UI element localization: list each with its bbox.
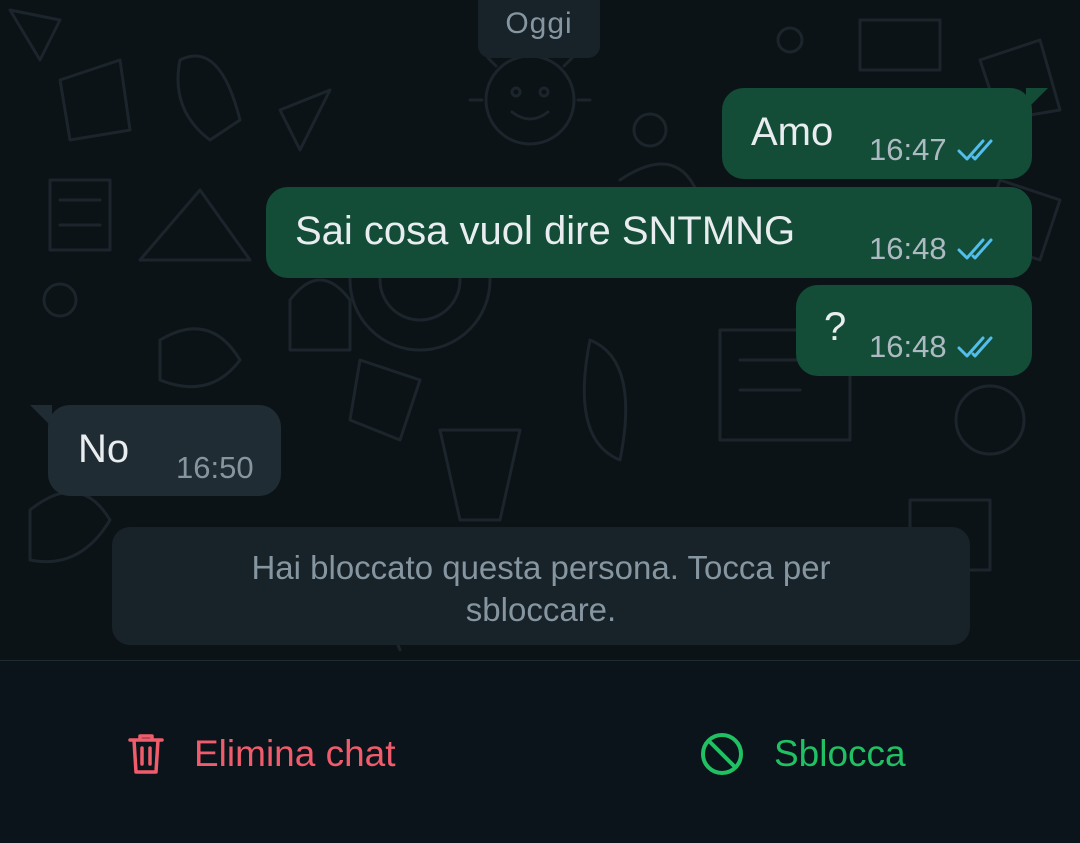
blocked-notice[interactable]: Hai bloccato questa persona. Tocca per s…: [112, 527, 970, 645]
message-meta: 16:50: [176, 450, 254, 486]
message-meta: 16:48: [869, 329, 1001, 365]
message-text: Amo: [751, 110, 834, 154]
message-bubble-incoming[interactable]: No 16:50: [30, 405, 281, 496]
message-meta: 16:48: [869, 231, 1001, 267]
double-check-icon: [957, 139, 993, 161]
message-bubble-outgoing[interactable]: Sai cosa vuol dire SNTMNG 16:48: [266, 187, 1032, 278]
message-meta: 16:47: [869, 132, 1001, 168]
double-check-icon: [957, 238, 993, 260]
message-time: 16:47: [869, 132, 947, 167]
blocked-actions-bar: Elimina chat Sblocca: [0, 660, 1080, 843]
unblock-button[interactable]: Sblocca: [700, 731, 906, 777]
bubble-tail: [30, 405, 52, 427]
message-bubble-outgoing[interactable]: ? 16:48: [796, 285, 1032, 376]
trash-icon: [128, 734, 164, 774]
bubble-tail: [1026, 88, 1048, 110]
chat-area[interactable]: Oggi Amo 16:47 Sai cosa vuol dire SNTMNG…: [0, 0, 1080, 660]
delete-chat-label: Elimina chat: [194, 733, 396, 774]
unblock-label: Sblocca: [774, 733, 906, 774]
delete-chat-button[interactable]: Elimina chat: [128, 731, 396, 777]
message-bubble-outgoing[interactable]: Amo 16:47: [722, 88, 1048, 179]
message-text: ?: [824, 305, 847, 349]
message-time: 16:48: [869, 329, 947, 364]
message-text: Sai cosa vuol dire SNTMNG: [295, 209, 796, 253]
message-time: 16:48: [869, 231, 947, 266]
block-icon: [701, 733, 743, 775]
double-check-icon: [957, 336, 993, 358]
date-chip: Oggi: [478, 0, 600, 58]
message-text: No: [78, 427, 130, 471]
message-time: 16:50: [176, 450, 254, 485]
